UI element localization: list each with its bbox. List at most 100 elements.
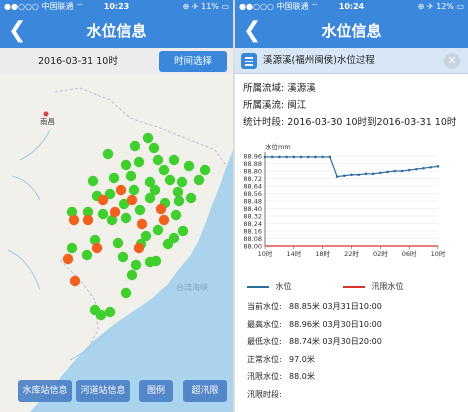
- station-marker-normal[interactable]: [66, 242, 78, 254]
- station-marker-normal[interactable]: [120, 159, 132, 171]
- station-marker-alert[interactable]: [97, 194, 109, 206]
- station-marker-normal[interactable]: [128, 184, 140, 196]
- station-marker-normal[interactable]: [152, 154, 164, 166]
- date-bar: 2016-03-31 10时 时间选择: [0, 48, 233, 75]
- station-marker-alert[interactable]: [68, 214, 80, 226]
- station-marker-normal[interactable]: [199, 164, 211, 176]
- stat-value: 97.0米: [289, 354, 315, 364]
- nav-bar: ❮ 水位信息: [235, 14, 468, 48]
- station-marker-normal[interactable]: [104, 306, 116, 318]
- station-info-header: 溪源溪(福州闽侯)水位过程 ✕: [235, 48, 468, 74]
- station-marker-normal[interactable]: [152, 224, 164, 236]
- station-marker-alert[interactable]: [62, 253, 74, 265]
- water-level-point: [321, 155, 324, 159]
- station-marker-normal[interactable]: [102, 148, 114, 160]
- river-station-button[interactable]: 河道站信息: [76, 380, 130, 402]
- left-screen: ●●○○○ 中国联通 ⌔ 10:23 ⊕ ✈ 11% ▭ ❮ 水位信息 2016…: [0, 0, 233, 412]
- water-level-point: [314, 155, 317, 159]
- stat-row: 当前水位: 88.85米 03月31日10:00: [247, 301, 382, 312]
- station-marker-normal[interactable]: [130, 259, 142, 271]
- x-tick-label: 06时: [402, 249, 417, 258]
- station-marker-alert[interactable]: [158, 214, 170, 226]
- x-tick-label: 14时: [286, 249, 301, 258]
- station-marker-normal[interactable]: [185, 192, 197, 204]
- station-marker-alert[interactable]: [136, 218, 148, 230]
- close-icon[interactable]: ✕: [444, 53, 460, 69]
- water-level-point: [371, 172, 375, 176]
- time-select-button[interactable]: 时间选择: [159, 51, 227, 72]
- station-marker-normal[interactable]: [126, 269, 138, 281]
- station-marker-normal[interactable]: [81, 249, 93, 261]
- nav-bar: ❮ 水位信息: [0, 14, 233, 48]
- river-label: 所属溪流:: [243, 100, 285, 111]
- station-marker-normal[interactable]: [158, 164, 170, 176]
- station-marker-normal[interactable]: [172, 186, 184, 198]
- water-level-point: [263, 155, 267, 159]
- station-marker-normal[interactable]: [142, 132, 154, 144]
- station-marker-normal[interactable]: [183, 160, 195, 172]
- station-marker-normal[interactable]: [164, 174, 176, 186]
- station-marker-normal[interactable]: [120, 212, 132, 224]
- station-marker-normal[interactable]: [120, 287, 132, 299]
- water-level-point: [328, 155, 332, 159]
- station-marker-normal[interactable]: [168, 232, 180, 244]
- bottom-toolbar: 水库站信息 河道站信息 图例 超汛限: [0, 380, 233, 402]
- station-marker-normal[interactable]: [87, 175, 99, 187]
- station-marker-normal[interactable]: [117, 251, 129, 263]
- station-marker-alert[interactable]: [109, 206, 121, 218]
- flood-limit-swatch: [343, 285, 365, 288]
- reservoir-station-button[interactable]: 水库站信息: [18, 380, 72, 402]
- station-marker-alert[interactable]: [115, 184, 127, 196]
- station-marker-normal[interactable]: [125, 170, 137, 182]
- station-marker-normal[interactable]: [148, 142, 160, 154]
- legend-button[interactable]: 图例: [139, 380, 173, 402]
- station-marker-normal[interactable]: [176, 176, 188, 188]
- station-map[interactable]: 南昌 台湾海峡: [0, 75, 233, 412]
- y-axis-label: 水位mm: [265, 142, 291, 151]
- water-level-point: [407, 168, 411, 172]
- station-marker-normal[interactable]: [168, 154, 180, 166]
- stat-label: 最低水位:: [247, 337, 282, 346]
- over-flood-limit-button[interactable]: 超汛限: [183, 380, 227, 402]
- station-marker-normal[interactable]: [133, 156, 145, 168]
- station-marker-normal[interactable]: [129, 140, 141, 152]
- stat-row: 汛限时段:: [247, 389, 289, 400]
- legend-water-level: 水位: [247, 281, 292, 292]
- battery-status: ⊕ ✈ 12% ▭: [417, 2, 464, 11]
- station-marker-normal[interactable]: [134, 204, 146, 216]
- station-marker-normal[interactable]: [108, 172, 120, 184]
- water-level-point: [364, 172, 368, 176]
- water-level-point: [422, 166, 425, 170]
- station-marker-alert[interactable]: [155, 203, 167, 215]
- water-level-point: [270, 155, 274, 159]
- station-marker-normal[interactable]: [150, 255, 162, 267]
- water-level-point: [429, 165, 433, 169]
- station-marker-normal[interactable]: [177, 225, 189, 237]
- station-marker-alert[interactable]: [126, 194, 138, 206]
- station-marker-normal[interactable]: [112, 237, 124, 249]
- station-marker-normal[interactable]: [193, 174, 205, 186]
- stat-value: 88.96米 03月30日10:00: [289, 319, 382, 329]
- water-level-point: [415, 167, 418, 171]
- station-marker-alert[interactable]: [69, 275, 81, 287]
- water-level-point: [379, 171, 382, 175]
- legend-flood-label: 汛限水位: [371, 282, 404, 291]
- station-marker-normal[interactable]: [173, 195, 185, 207]
- water-level-swatch: [247, 285, 269, 288]
- station-marker-alert[interactable]: [133, 242, 145, 254]
- water-level-point: [285, 155, 288, 159]
- water-level-point: [350, 173, 353, 177]
- chart-grid: [264, 152, 438, 247]
- station-marker-normal[interactable]: [95, 309, 107, 321]
- station-marker-normal[interactable]: [170, 209, 182, 221]
- stat-label: 正常水位:: [247, 354, 282, 364]
- page-title: 水位信息: [321, 22, 382, 40]
- river-value: 闽江: [287, 100, 307, 111]
- x-tick-label: 18时: [315, 249, 330, 258]
- station-marker-normal[interactable]: [97, 208, 109, 220]
- basin-row: 所属流域: 溪源溪: [243, 80, 316, 94]
- station-marker-normal[interactable]: [144, 192, 156, 204]
- status-bar: ●●○○○ 中国联通 ⌔ 10:24 ⊕ ✈ 12% ▭: [235, 0, 468, 14]
- station-marker-alert[interactable]: [82, 214, 94, 226]
- station-marker-alert[interactable]: [91, 242, 103, 254]
